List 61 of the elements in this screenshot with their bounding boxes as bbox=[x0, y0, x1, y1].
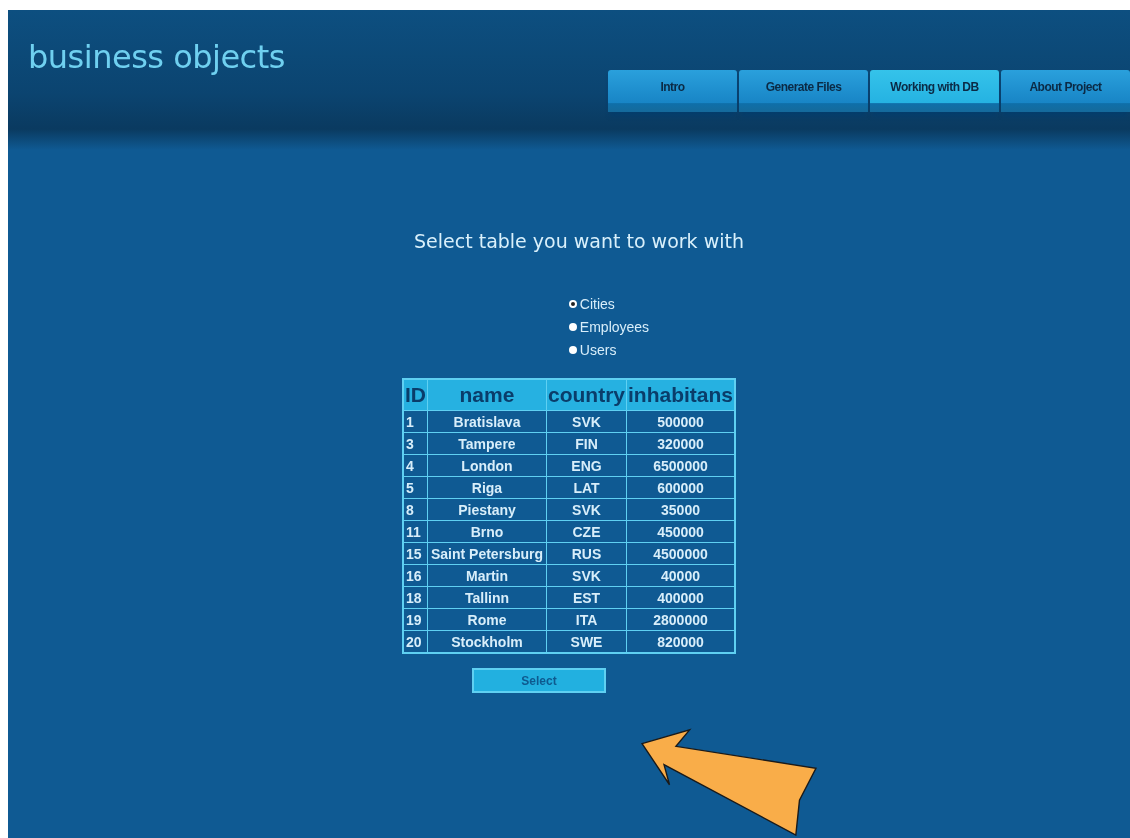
table-cell: 19 bbox=[403, 609, 427, 630]
table-cell: Stockholm bbox=[427, 631, 546, 652]
column-header: country bbox=[547, 380, 626, 410]
table-cell: 4 bbox=[403, 455, 427, 476]
radio-label: Cities bbox=[579, 296, 615, 312]
select-button[interactable]: Select bbox=[472, 668, 606, 693]
radio-label: Users bbox=[579, 342, 617, 358]
nav-tab[interactable]: Working with DB bbox=[870, 70, 999, 112]
table-cell: EST bbox=[547, 587, 626, 608]
table-cell: 400000 bbox=[627, 587, 735, 608]
table-cell: CZE bbox=[547, 521, 626, 542]
table-cell: 20 bbox=[403, 631, 427, 652]
table-cell: 3 bbox=[403, 433, 427, 454]
site-logo: business objects bbox=[28, 38, 285, 76]
nav-tab[interactable]: Intro bbox=[608, 70, 737, 112]
table-cell: Bratislava bbox=[427, 411, 546, 432]
radio-button[interactable] bbox=[568, 300, 577, 308]
nav-tab[interactable]: Generate Files bbox=[739, 70, 868, 112]
table-cell: ITA bbox=[547, 609, 626, 630]
table-cell: 320000 bbox=[627, 433, 735, 454]
table-cell: 450000 bbox=[627, 521, 735, 542]
nav-tab[interactable]: About Project bbox=[1001, 70, 1130, 112]
table-cell: 8 bbox=[403, 499, 427, 520]
column-header: ID bbox=[403, 380, 427, 410]
table-cell: SWE bbox=[547, 631, 626, 652]
table-cell: 4500000 bbox=[627, 543, 735, 564]
table-cell: RUS bbox=[547, 543, 626, 564]
table-cell: 35000 bbox=[627, 499, 735, 520]
radio-button[interactable] bbox=[568, 323, 577, 331]
table-cell: SVK bbox=[547, 411, 626, 432]
table-cell: London bbox=[427, 455, 546, 476]
table-cell: Tampere bbox=[427, 433, 546, 454]
table-cell: FIN bbox=[547, 433, 626, 454]
table-cell: Saint Petersburg bbox=[427, 543, 546, 564]
table-cell: 5 bbox=[403, 477, 427, 498]
table-cell: SVK bbox=[547, 565, 626, 586]
table-cell: 40000 bbox=[627, 565, 735, 586]
table-cell: 500000 bbox=[627, 411, 735, 432]
table-cell: Brno bbox=[427, 521, 546, 542]
table-cell: 15 bbox=[403, 543, 427, 564]
table-cell: 600000 bbox=[627, 477, 735, 498]
table-cell: Martin bbox=[427, 565, 546, 586]
table-cell: 18 bbox=[403, 587, 427, 608]
table-cell: 2800000 bbox=[627, 609, 735, 630]
table-cell: 820000 bbox=[627, 631, 735, 652]
table-cell: LAT bbox=[547, 477, 626, 498]
table-cell: 6500000 bbox=[627, 455, 735, 476]
table-cell: Piestany bbox=[427, 499, 546, 520]
page-heading: Select table you want to work with bbox=[414, 230, 744, 252]
table-cell: Tallinn bbox=[427, 587, 546, 608]
table-cell: ENG bbox=[547, 455, 626, 476]
column-header: inhabitans bbox=[627, 380, 735, 410]
radio-button[interactable] bbox=[568, 346, 577, 354]
table-cell: 11 bbox=[403, 521, 427, 542]
column-header: name bbox=[427, 380, 546, 410]
radio-label: Employees bbox=[579, 319, 650, 335]
table-cell: Riga bbox=[427, 477, 546, 498]
table-cell: 16 bbox=[403, 565, 427, 586]
table-cell: Rome bbox=[427, 609, 546, 630]
table-cell: SVK bbox=[547, 499, 626, 520]
table-cell: 1 bbox=[403, 411, 427, 432]
